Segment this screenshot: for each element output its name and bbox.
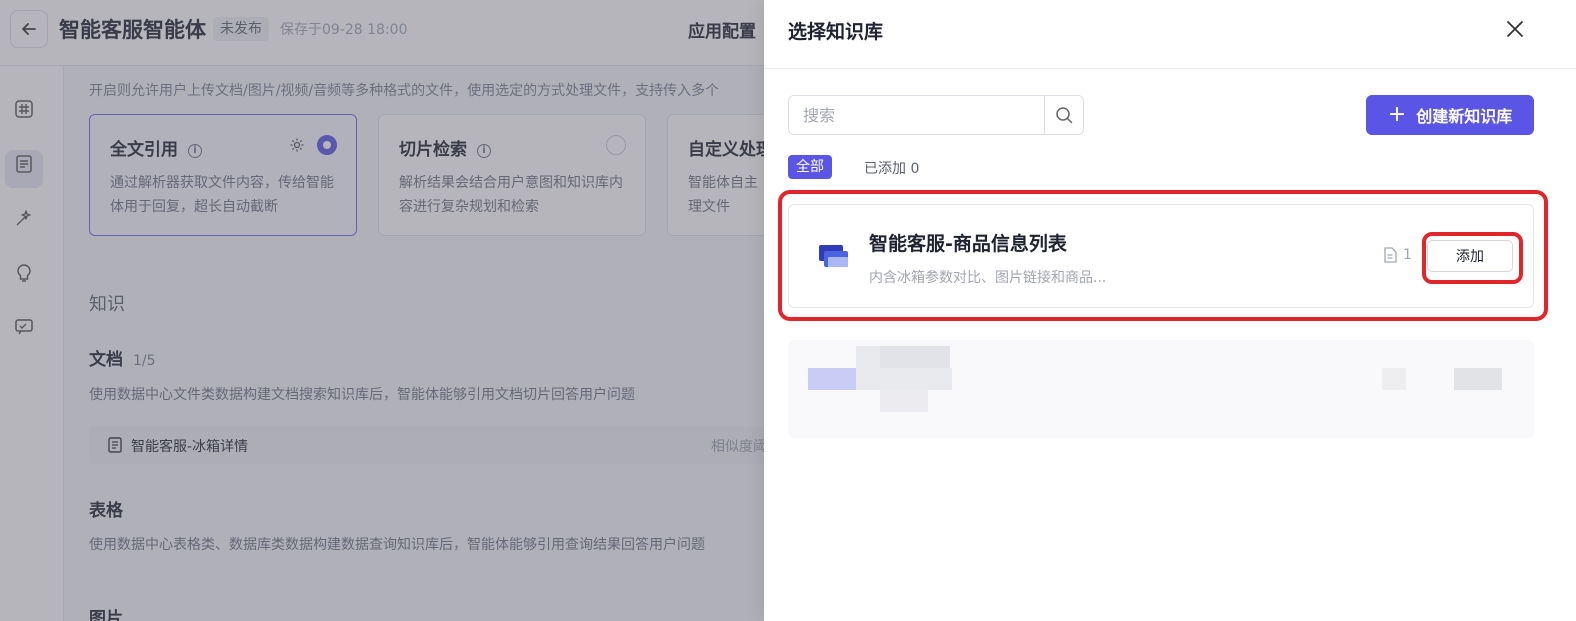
close-icon xyxy=(1507,21,1523,37)
search-button[interactable] xyxy=(1044,96,1083,134)
filter-all-tab[interactable]: 全部 xyxy=(788,155,832,179)
create-knowledge-label: 创建新知识库 xyxy=(1416,107,1513,126)
search-icon xyxy=(1056,107,1073,124)
close-button[interactable] xyxy=(1502,16,1528,42)
drawer-title: 选择知识库 xyxy=(788,21,884,43)
drawer-header: 选择知识库 xyxy=(764,0,1576,69)
create-knowledge-button[interactable]: + 创建新知识库 xyxy=(1366,95,1534,135)
filter-added-tab[interactable]: 已添加 0 xyxy=(864,158,919,178)
highlight-add-button xyxy=(1422,232,1523,284)
blurred-list-item xyxy=(788,340,1534,438)
search-box xyxy=(788,95,1084,135)
plus-icon: + xyxy=(1387,102,1407,127)
search-input[interactable] xyxy=(789,96,1045,134)
